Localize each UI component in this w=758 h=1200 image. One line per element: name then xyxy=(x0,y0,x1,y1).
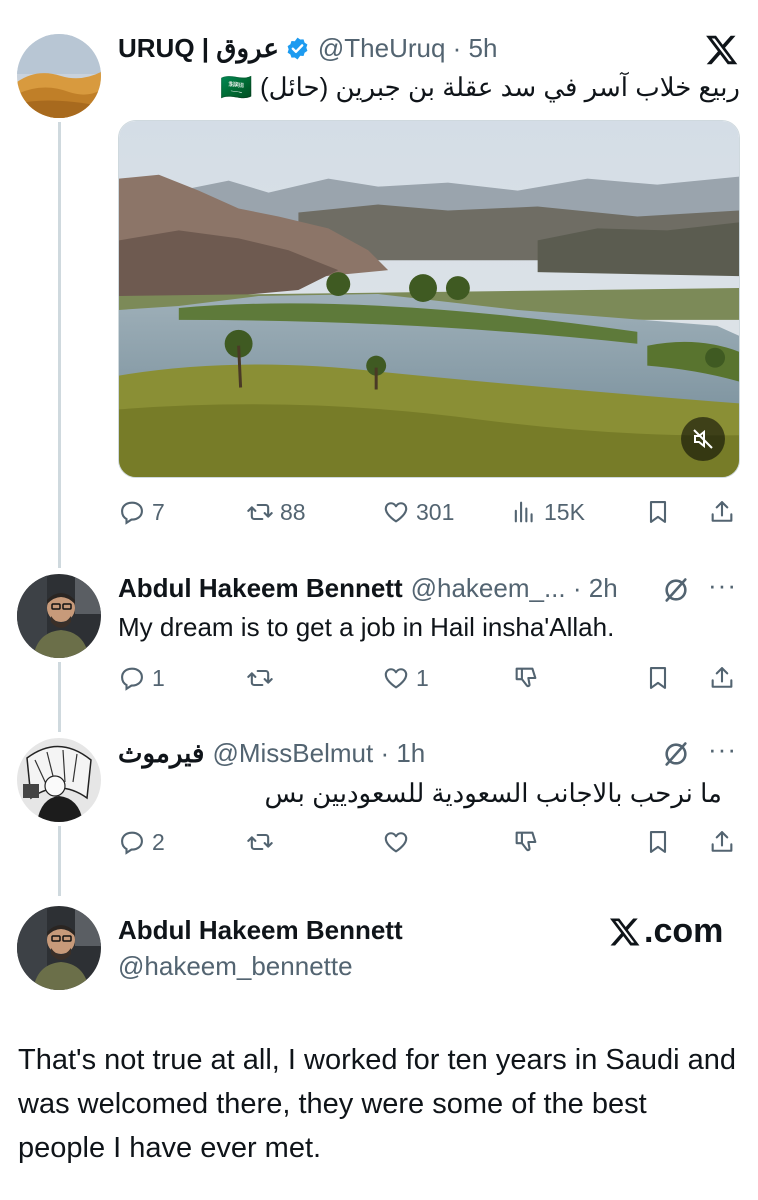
like-count: 1 xyxy=(416,664,429,691)
more-icon[interactable]: ··· xyxy=(708,570,737,601)
reply-button[interactable]: 7 xyxy=(118,492,165,532)
reply-header: فيرموث @MissBelmut · 1h xyxy=(118,737,425,769)
views-count: 15K xyxy=(544,498,585,525)
reply-header: Abdul Hakeem Bennett @hakeem_... · 2h xyxy=(118,572,618,604)
thread-line xyxy=(58,826,61,896)
share-icon xyxy=(711,667,733,688)
grok-icon[interactable] xyxy=(662,576,690,604)
share-button[interactable] xyxy=(708,658,736,698)
post-text: That's not true at all, I worked for ten… xyxy=(18,1044,737,1164)
handle-time[interactable]: @hakeem_... · 2h xyxy=(411,572,618,604)
reply-actions: 1 1 xyxy=(118,658,740,698)
share-icon xyxy=(711,831,733,852)
repost-icon xyxy=(247,503,273,521)
repost-button[interactable] xyxy=(246,822,274,862)
bookmark-icon xyxy=(649,501,667,523)
reply-button[interactable]: 1 xyxy=(118,658,165,698)
like-button[interactable]: 1 xyxy=(382,658,429,698)
verified-badge-icon xyxy=(285,36,310,61)
tweet-header: URUQ | عروق @TheUruq · 5h xyxy=(118,32,497,64)
display-name[interactable]: URUQ | عروق xyxy=(118,32,279,64)
brand-text: .com xyxy=(644,912,724,950)
like-button[interactable]: 301 xyxy=(382,492,454,532)
reply-icon xyxy=(121,667,143,691)
avatar[interactable] xyxy=(17,738,101,822)
x-logo-icon xyxy=(609,918,640,945)
more-icon[interactable]: ··· xyxy=(708,734,737,765)
post-header: Abdul Hakeem Bennett xyxy=(118,914,403,946)
like-icon xyxy=(384,668,408,689)
dislike-icon xyxy=(515,831,537,852)
avatar[interactable] xyxy=(17,906,101,990)
like-button[interactable] xyxy=(382,822,410,862)
bookmark-button[interactable] xyxy=(644,658,672,698)
handle-time[interactable]: @TheUruq · 5h xyxy=(318,32,498,64)
like-icon xyxy=(384,502,408,523)
thread-line xyxy=(58,662,61,732)
dislike-button[interactable] xyxy=(512,658,540,698)
repost-icon xyxy=(247,833,273,851)
reply-count: 1 xyxy=(152,664,165,691)
thread-line xyxy=(58,122,61,568)
display-name[interactable]: فيرموث xyxy=(118,737,204,769)
repost-icon xyxy=(247,669,273,687)
tweet-actions: 7 88 301 15K xyxy=(118,492,740,532)
share-icon xyxy=(711,501,733,522)
avatar[interactable] xyxy=(17,34,101,118)
repost-button[interactable]: 88 xyxy=(246,492,306,532)
like-count: 301 xyxy=(416,498,455,525)
repost-count: 88 xyxy=(280,498,306,525)
handle-time[interactable]: @MissBelmut · 1h xyxy=(212,737,425,769)
like-icon xyxy=(384,832,408,853)
reply-icon xyxy=(121,501,143,525)
handle[interactable]: @hakeem_bennette xyxy=(118,950,353,982)
tweet-text: ربيع خلاب آسر في سد عقلة بن جبرين (حائل)… xyxy=(220,72,740,102)
display-name[interactable]: Abdul Hakeem Bennett xyxy=(118,572,403,604)
reply-actions: 2 xyxy=(118,822,740,862)
dislike-icon xyxy=(515,667,537,688)
reply-count: 2 xyxy=(152,828,165,855)
reply-count: 7 xyxy=(152,498,165,525)
grok-icon[interactable] xyxy=(662,740,690,768)
display-name[interactable]: Abdul Hakeem Bennett xyxy=(118,914,403,946)
avatar[interactable] xyxy=(17,574,101,658)
bookmark-button[interactable] xyxy=(644,492,672,532)
bookmark-icon xyxy=(649,667,667,689)
reply-button[interactable]: 2 xyxy=(118,822,165,862)
bookmark-button[interactable] xyxy=(644,822,672,862)
tweet-video[interactable] xyxy=(118,120,740,478)
share-button[interactable] xyxy=(708,492,736,532)
share-button[interactable] xyxy=(708,822,736,862)
reply-icon xyxy=(121,831,143,855)
post-handle-row: @hakeem_bennette xyxy=(118,950,353,982)
views-icon xyxy=(514,501,533,523)
dislike-button[interactable] xyxy=(512,822,540,862)
reply-text: My dream is to get a job in Hail insha'A… xyxy=(118,612,615,642)
x-brand: .com xyxy=(608,912,723,951)
muted-icon[interactable] xyxy=(681,417,725,461)
repost-button[interactable] xyxy=(246,658,274,698)
x-logo-icon[interactable] xyxy=(704,32,740,68)
views-button[interactable]: 15K xyxy=(510,492,585,532)
bookmark-icon xyxy=(649,831,667,853)
reply-text: ما نرحب بالاجانب السعودية للسعوديين بس xyxy=(264,778,722,808)
